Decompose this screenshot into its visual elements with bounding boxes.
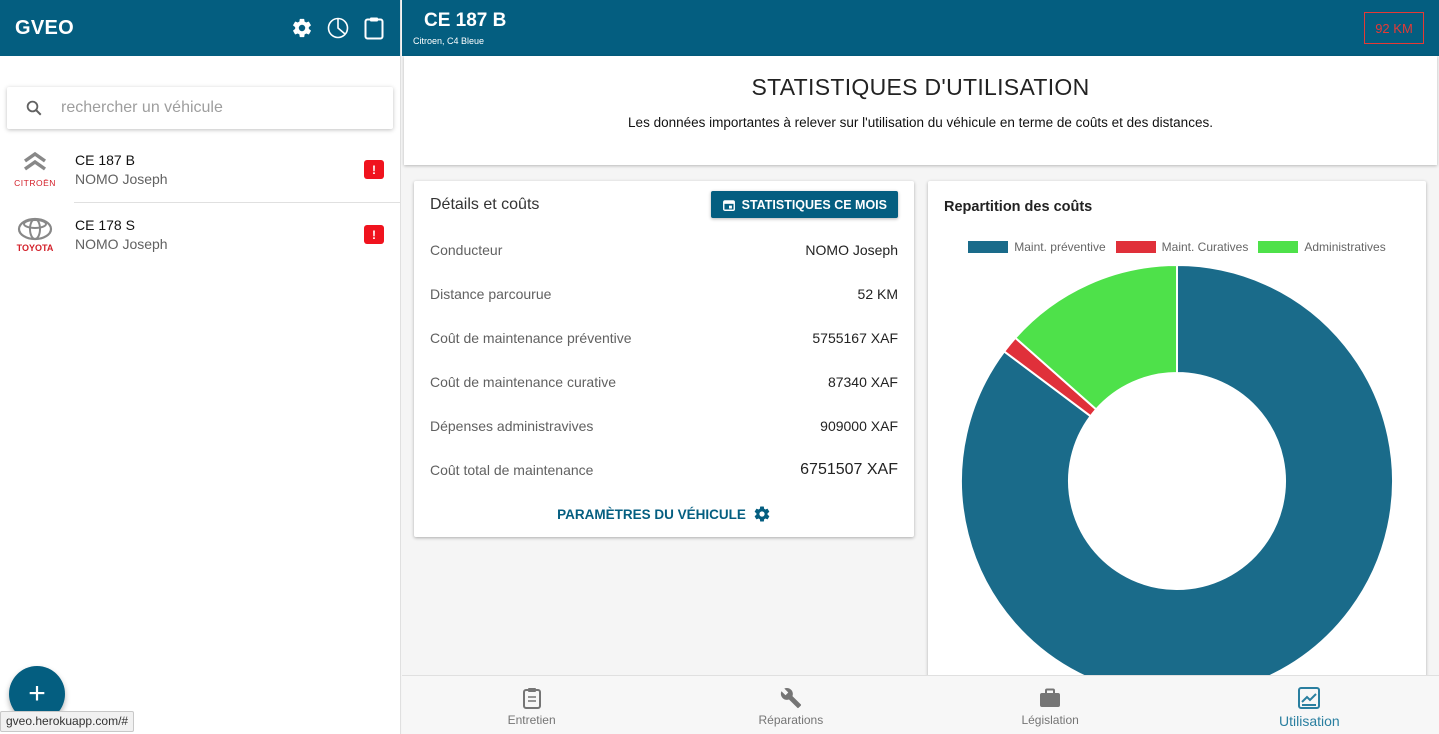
header-actions	[290, 16, 386, 40]
legend-item[interactable]: Maint. Curatives	[1115, 240, 1248, 254]
page-title: STATISTIQUES D'UTILISATION	[751, 74, 1090, 100]
citroen-logo-icon: CITROËN	[0, 145, 70, 195]
alert-badge: !	[364, 160, 384, 179]
wrench-icon	[780, 685, 802, 711]
vehicle-settings-link[interactable]: PARAMÈTRES DU VÉHICULE	[414, 505, 914, 523]
vehicle-item-ce178s[interactable]: TOYOTA CE 178 S NOMO Joseph !	[0, 202, 400, 267]
vehicle-plate: CE 178 S	[75, 217, 135, 233]
legend-item[interactable]: Maint. préventive	[968, 240, 1106, 254]
details-card: Détails et coûts STATISTIQUES CE MOIS Co…	[414, 181, 914, 537]
cost-donut-chart	[960, 263, 1394, 681]
svg-text:TOYOTA: TOYOTA	[17, 243, 54, 253]
km-badge: 92 KM	[1364, 12, 1424, 44]
detail-row: Dépenses administravives 909000 XAF	[430, 418, 898, 434]
legend-swatch	[1115, 241, 1156, 253]
chart-title: Repartition des coûts	[944, 199, 1093, 215]
vehicle-item-ce187b[interactable]: CITROËN CE 187 B NOMO Joseph !	[0, 137, 400, 202]
sidebar-header: GVEO	[0, 0, 400, 56]
cost-chart-card: Repartition des coûts Maint. préventive …	[928, 181, 1426, 681]
vehicle-settings-label: PARAMÈTRES DU VÉHICULE	[557, 506, 746, 522]
monthly-stats-label: STATISTIQUES CE MOIS	[741, 197, 887, 212]
toyota-logo-icon: TOYOTA	[0, 210, 70, 260]
calendar-icon	[722, 199, 735, 211]
bottom-navigation: Entretien Réparations Législation Utilis…	[402, 675, 1439, 734]
chart-line-icon	[1298, 685, 1321, 711]
gear-icon[interactable]	[290, 16, 314, 40]
detail-row: Coût de maintenance préventive 5755167 XA…	[430, 330, 898, 346]
vehicle-list: CITROËN CE 187 B NOMO Joseph ! TOYOTA CE…	[0, 137, 400, 267]
detail-row: Coût de maintenance curative 87340 XAF	[430, 374, 898, 390]
vehicle-driver: NOMO Joseph	[75, 171, 168, 187]
tab-utilisation[interactable]: Utilisation	[1180, 676, 1439, 734]
detail-row: Distance parcourue 52 KM	[430, 286, 898, 302]
intro-card: STATISTIQUES D'UTILISATION Les données i…	[404, 56, 1437, 165]
tab-entretien[interactable]: Entretien	[402, 676, 661, 734]
legend-swatch	[1258, 241, 1299, 253]
search-icon	[7, 99, 61, 117]
details-rows: Conducteur NOMO Joseph Distance parcourue…	[430, 239, 898, 503]
pie-chart-icon[interactable]	[326, 16, 350, 40]
search-input[interactable]	[61, 99, 361, 117]
search-box	[7, 87, 393, 129]
clipboard-icon[interactable]	[362, 16, 386, 40]
vehicle-header: CE 187 B Citroen, C4 Bleue 92 KM	[402, 0, 1439, 56]
chart-legend: Maint. préventive Maint. Curatives Admin…	[928, 240, 1426, 254]
gear-icon	[754, 506, 770, 522]
app-title: GVEO	[15, 16, 74, 39]
clipboard-icon	[522, 685, 542, 711]
detail-row: Conducteur NOMO Joseph	[430, 242, 898, 258]
monthly-stats-button[interactable]: STATISTIQUES CE MOIS	[710, 191, 898, 218]
tab-legislation[interactable]: Législation	[921, 676, 1180, 734]
vehicle-plate: CE 187 B	[75, 152, 135, 168]
vehicle-driver: NOMO Joseph	[75, 236, 168, 252]
tab-reparations[interactable]: Réparations	[661, 676, 920, 734]
svg-text:CITROËN: CITROËN	[14, 178, 56, 188]
legend-swatch	[968, 241, 1009, 253]
status-url: gveo.herokuapp.com/#	[0, 711, 135, 732]
legend-item[interactable]: Administratives	[1258, 240, 1386, 254]
briefcase-icon	[1039, 685, 1061, 711]
alert-badge: !	[364, 225, 384, 244]
current-vehicle-model: Citroen, C4 Bleue	[413, 36, 485, 46]
detail-row-total: Coût total de maintenance 6751507 XAF	[430, 461, 898, 478]
details-title: Détails et coûts	[430, 196, 540, 213]
current-vehicle-plate: CE 187 B	[424, 10, 507, 31]
page-description: Les données importantes à relever sur l'…	[628, 115, 1213, 130]
sidebar: GVEO CITROËN	[0, 0, 401, 734]
